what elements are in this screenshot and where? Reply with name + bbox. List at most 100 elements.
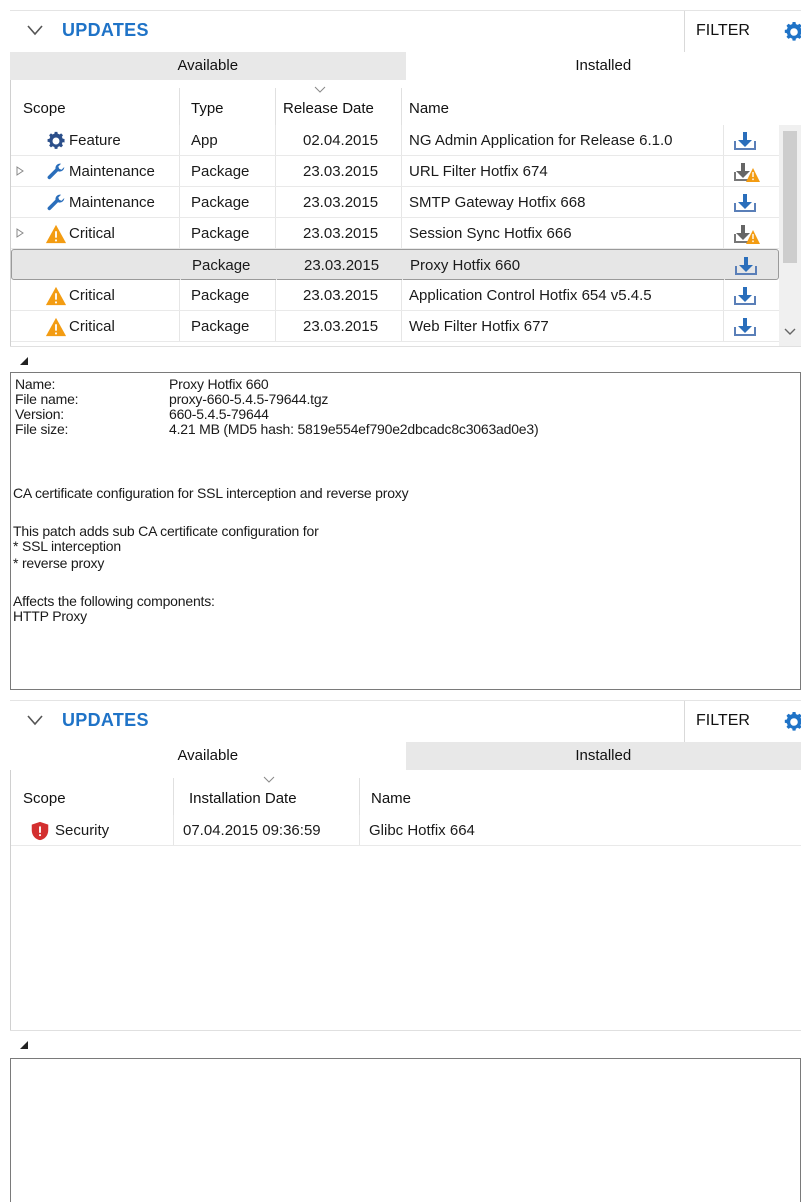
tab-installed[interactable]: Installed xyxy=(405,742,801,770)
divider xyxy=(173,778,174,815)
download-icon[interactable] xyxy=(729,315,761,339)
scroll-down-arrow-icon[interactable] xyxy=(784,328,796,336)
details-pane: Name: Proxy Hotfix 660 File name: proxy-… xyxy=(10,372,801,690)
date-cell: 02.04.2015 xyxy=(303,132,379,149)
divider xyxy=(401,311,402,341)
table-row[interactable]: Critical Package 23.03.2015 Web Filter H… xyxy=(11,311,779,342)
resize-splitter[interactable] xyxy=(10,1030,801,1056)
divider xyxy=(275,88,276,125)
warning-icon xyxy=(45,317,67,337)
wrench-icon xyxy=(47,163,65,180)
details-pane xyxy=(10,1058,801,1202)
table-row[interactable]: Maintenance Package 23.03.2015 SMTP Gate… xyxy=(11,187,779,218)
download-warning-icon[interactable] xyxy=(729,160,761,184)
name-cell: SMTP Gateway Hotfix 668 xyxy=(409,194,586,211)
scope-cell: Security xyxy=(55,822,110,839)
divider xyxy=(276,250,277,280)
column-header-release-date[interactable]: Release Date xyxy=(283,100,374,117)
installed-table: Scope Installation Date Name Security 07… xyxy=(10,770,801,1030)
download-icon[interactable] xyxy=(729,191,761,215)
resize-splitter[interactable] xyxy=(10,346,801,372)
table-row[interactable]: Security 07.04.2015 09:36:59 Glibc Hotfi… xyxy=(11,815,801,846)
divider xyxy=(401,125,402,155)
detail-key: File size: xyxy=(15,421,69,437)
warning-icon xyxy=(45,224,67,244)
sort-descending-icon xyxy=(314,86,326,93)
divider xyxy=(179,218,180,248)
name-cell: Proxy Hotfix 660 xyxy=(410,257,521,274)
table-row[interactable]: Maintenance Package 23.03.2015 URL Filte… xyxy=(11,156,779,187)
name-cell: Glibc Hotfix 664 xyxy=(369,822,475,839)
detail-key: Version: xyxy=(15,406,64,422)
download-icon[interactable] xyxy=(729,284,761,308)
detail-value: 660-5.4.5-79644 xyxy=(169,406,269,422)
column-header-name[interactable]: Name xyxy=(409,100,449,117)
date-cell: 23.03.2015 xyxy=(303,194,379,211)
detail-value: 4.21 MB (MD5 hash: 5819e554ef790e2dbcadc… xyxy=(169,421,539,437)
divider xyxy=(173,815,174,845)
divider xyxy=(275,125,276,155)
column-header-installation-date[interactable]: Installation Date xyxy=(189,790,297,807)
type-cell: Package xyxy=(191,318,250,335)
divider xyxy=(275,218,276,248)
table-row-selected[interactable]: Package 23.03.2015 Proxy Hotfix 660 xyxy=(11,249,779,280)
sort-descending-icon xyxy=(263,776,275,783)
divider xyxy=(275,156,276,186)
divider xyxy=(723,125,724,155)
column-header-type[interactable]: Type xyxy=(191,100,224,117)
vertical-scrollbar[interactable] xyxy=(779,125,801,346)
gear-icon[interactable] xyxy=(782,20,801,44)
type-cell: Package xyxy=(191,225,250,242)
divider xyxy=(179,88,180,125)
detail-affects-value: HTTP Proxy xyxy=(13,608,87,624)
download-icon[interactable] xyxy=(729,129,761,153)
type-cell: Package xyxy=(191,287,250,304)
detail-bullet: * SSL interception xyxy=(13,538,121,554)
warning-icon xyxy=(45,286,67,306)
detail-intro: This patch adds sub CA certificate confi… xyxy=(13,523,319,539)
name-cell: URL Filter Hotfix 674 xyxy=(409,163,548,180)
download-icon[interactable] xyxy=(730,254,762,278)
divider xyxy=(401,156,402,186)
table-row[interactable]: Critical Package 23.03.2015 Session Sync… xyxy=(11,218,779,249)
expand-arrow-icon[interactable] xyxy=(15,228,25,238)
resize-grip-icon[interactable] xyxy=(20,357,28,365)
column-header-scope[interactable]: Scope xyxy=(23,790,66,807)
divider xyxy=(724,250,725,280)
column-header-name[interactable]: Name xyxy=(371,790,411,807)
divider xyxy=(179,187,180,217)
expand-arrow-icon[interactable] xyxy=(15,166,25,176)
divider xyxy=(179,311,180,341)
name-cell: Web Filter Hotfix 677 xyxy=(409,318,549,335)
chevron-down-icon[interactable] xyxy=(26,21,44,39)
download-warning-icon[interactable] xyxy=(729,222,761,246)
panel-header: UPDATES FILTER xyxy=(10,10,801,53)
scrollbar-thumb[interactable] xyxy=(783,131,797,263)
column-headers: Scope Type Release Date Name xyxy=(11,80,801,125)
tab-available[interactable]: Available xyxy=(10,742,406,770)
panel-title: UPDATES xyxy=(62,710,149,730)
filter-button[interactable]: FILTER xyxy=(696,712,750,730)
type-cell: Package xyxy=(191,194,250,211)
column-header-scope[interactable]: Scope xyxy=(23,100,66,117)
tab-installed[interactable]: Installed xyxy=(405,52,801,80)
detail-bullet: * reverse proxy xyxy=(13,555,105,571)
scope-cell: Maintenance xyxy=(69,163,155,180)
table-row[interactable]: Critical Package 23.03.2015 Application … xyxy=(11,280,779,311)
filter-button[interactable]: FILTER xyxy=(696,22,750,40)
gear-icon[interactable] xyxy=(782,710,801,734)
divider xyxy=(723,187,724,217)
divider xyxy=(179,156,180,186)
column-headers: Scope Installation Date Name xyxy=(11,770,801,815)
detail-value: proxy-660-5.4.5-79644.tgz xyxy=(169,391,329,407)
divider xyxy=(275,187,276,217)
tab-bar: Available Installed xyxy=(10,52,801,80)
table-row[interactable]: Feature App 02.04.2015 NG Admin Applicat… xyxy=(11,125,779,156)
resize-grip-icon[interactable] xyxy=(20,1041,28,1049)
type-cell: Package xyxy=(191,163,250,180)
divider xyxy=(401,88,402,125)
chevron-down-icon[interactable] xyxy=(26,711,44,729)
detail-key: Name: xyxy=(15,376,56,392)
tab-available[interactable]: Available xyxy=(10,52,406,80)
divider xyxy=(275,311,276,341)
